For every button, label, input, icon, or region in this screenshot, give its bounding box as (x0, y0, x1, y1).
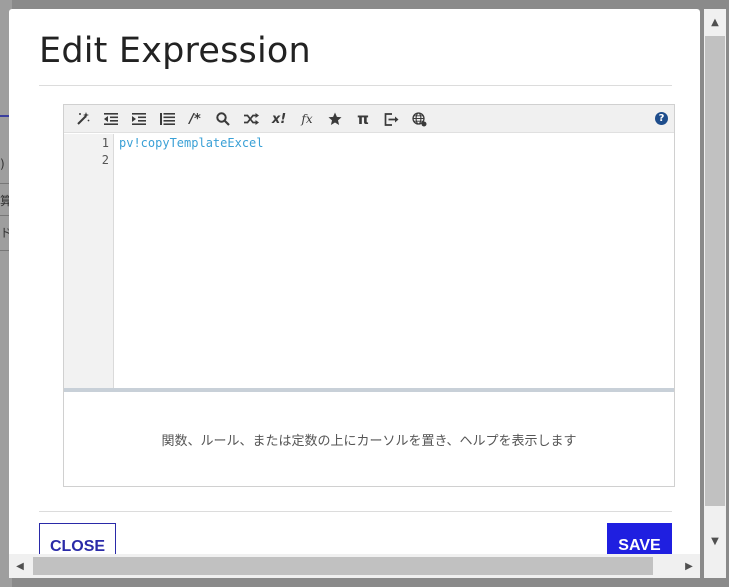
help-icon[interactable]: ? (655, 112, 668, 125)
code-line[interactable]: pv!copyTemplateExcel (119, 136, 264, 150)
dialog-title: Edit Expression (39, 31, 311, 71)
search-icon[interactable] (213, 109, 233, 129)
function-icon[interactable]: fx (297, 109, 317, 129)
shuffle-icon[interactable] (241, 109, 261, 129)
code-editor[interactable]: 1 2 pv!copyTemplateExcel (64, 134, 674, 388)
vertical-scrollbar[interactable]: ▲ ▼ (704, 9, 726, 554)
footer-divider (39, 511, 672, 512)
line-number: 2 (101, 153, 109, 167)
title-divider (39, 85, 672, 86)
edit-expression-dialog: Edit Expression /* x! fx π ? 1 2 pv!copy… (9, 9, 700, 569)
horizontal-scrollbar[interactable]: ◀ ▶ (9, 554, 700, 578)
background-glyph: ) (0, 157, 5, 171)
scrollbar-corner (704, 554, 726, 578)
export-icon[interactable] (381, 109, 401, 129)
help-pane: 関数、ルール、または定数の上にカーソルを置き、ヘルプを表示します (64, 392, 674, 486)
globe-icon[interactable] (409, 109, 429, 129)
line-number: 1 (101, 136, 109, 150)
scroll-right-icon[interactable]: ▶ (678, 554, 700, 578)
outdent-icon[interactable] (101, 109, 121, 129)
format-list-icon[interactable] (157, 109, 177, 129)
horizontal-scroll-thumb[interactable] (33, 557, 653, 575)
help-text: 関数、ルール、または定数の上にカーソルを置き、ヘルプを表示します (161, 433, 577, 449)
line-number-gutter: 1 2 (64, 134, 114, 388)
comment-icon[interactable]: /* (185, 109, 205, 129)
factorial-icon[interactable]: x! (269, 109, 289, 129)
expression-editor: /* x! fx π ? 1 2 pv!copyTemplateExcel 関数… (63, 104, 675, 487)
vertical-scroll-thumb[interactable] (705, 36, 725, 506)
scroll-left-icon[interactable]: ◀ (9, 554, 31, 578)
scroll-up-icon[interactable]: ▲ (704, 12, 726, 32)
magic-wand-icon[interactable] (73, 109, 93, 129)
scroll-down-icon[interactable]: ▼ (704, 531, 726, 551)
star-icon[interactable] (325, 109, 345, 129)
indent-icon[interactable] (129, 109, 149, 129)
editor-toolbar: /* x! fx π ? (64, 105, 674, 133)
pi-icon[interactable]: π (353, 109, 373, 129)
